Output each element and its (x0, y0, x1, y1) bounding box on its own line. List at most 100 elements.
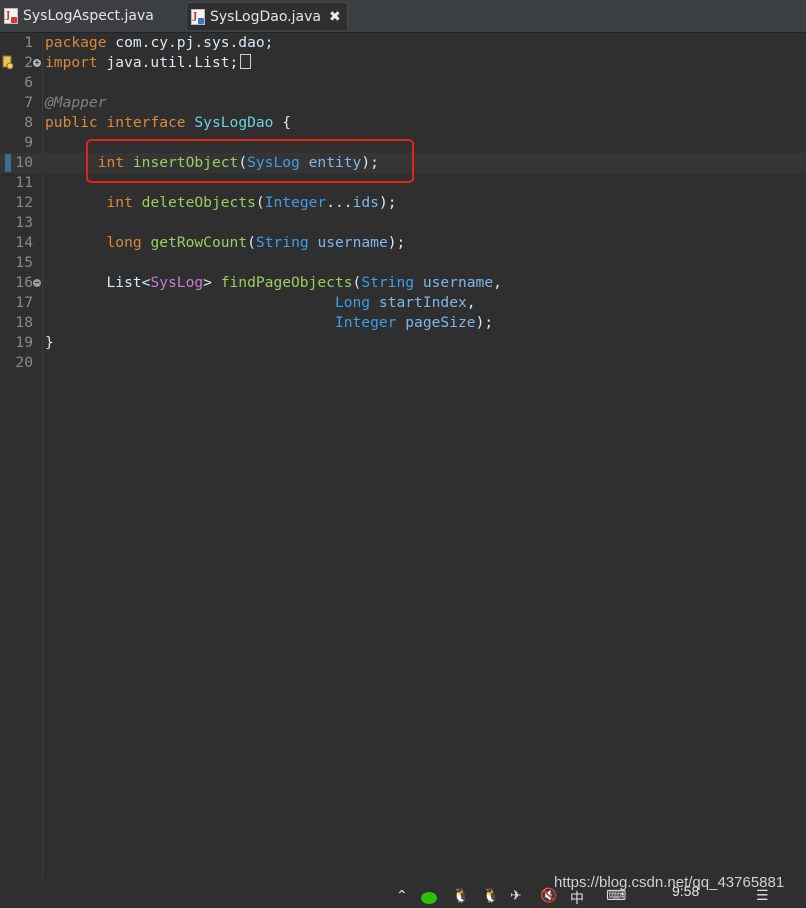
line-number: 9 (24, 134, 33, 151)
code-line[interactable]: 17 Long startIndex, (0, 293, 806, 313)
code-token: findPageObjects (220, 274, 353, 291)
code-text: Integer pageSize); (45, 313, 493, 333)
code-token: pageSize (405, 314, 476, 331)
code-token: getRowCount (150, 234, 248, 251)
code-token: ( (255, 194, 265, 211)
tab-syslogdao[interactable]: J SysLogDao.java ✖ (186, 2, 348, 30)
code-text: import java.util.List; (45, 53, 252, 73)
line-number: 10 (15, 154, 33, 171)
highlight-box (86, 139, 414, 183)
code-token: ... (326, 194, 353, 211)
tab-syslogaspect[interactable]: J SysLogAspect.java (4, 2, 182, 30)
code-text: } (45, 333, 54, 353)
code-token: java.util.List; (97, 54, 239, 71)
code-text: List<SysLog> findPageObjects(String user… (45, 273, 502, 293)
line-number: 7 (24, 94, 33, 111)
code-token: deleteObjects (141, 194, 256, 211)
code-line[interactable]: 14 long getRowCount(String username); (0, 233, 806, 253)
code-token: package (45, 34, 107, 51)
code-token: startIndex (378, 294, 467, 311)
code-token: String (255, 234, 309, 251)
code-token: > (203, 274, 221, 291)
code-token: ids (352, 194, 379, 211)
code-line[interactable]: 19} (0, 333, 806, 353)
code-line[interactable]: 15 (0, 253, 806, 273)
code-token: username (317, 234, 388, 251)
line-number: 14 (15, 234, 33, 251)
code-text: Long startIndex, (45, 293, 476, 313)
line-number: 6 (24, 74, 33, 91)
code-token: ); (475, 314, 494, 331)
code-line[interactable]: 6 (0, 73, 806, 93)
line-number: 8 (24, 114, 33, 131)
code-token: { (273, 114, 292, 131)
collapsed-import-marker[interactable] (240, 54, 252, 69)
java-file-error-icon: J (4, 8, 18, 24)
code-line[interactable]: 8 public interface SysLogDao { (0, 113, 806, 133)
expand-fold-icon[interactable]: + (33, 59, 41, 67)
code-token: String (361, 274, 415, 291)
code-token: SysLog (150, 274, 204, 291)
code-line[interactable]: 13 (0, 213, 806, 233)
code-text: long getRowCount(String username); (45, 233, 406, 253)
line-number: 2 (24, 54, 33, 71)
line-number: 20 (15, 354, 33, 371)
code-line[interactable]: 7 @Mapper (0, 93, 806, 113)
line-number: 19 (15, 334, 33, 351)
code-token: , (493, 274, 502, 291)
line-number: 12 (15, 194, 33, 211)
code-line[interactable]: 2 + import java.util.List; (0, 53, 806, 73)
code-token: ); (378, 194, 397, 211)
code-line[interactable]: 1 package com.cy.pj.sys.dao; (0, 33, 806, 53)
code-token: ( (247, 234, 256, 251)
line-number: 17 (15, 294, 33, 311)
code-token: long (106, 234, 142, 251)
code-editor[interactable]: 1 package com.cy.pj.sys.dao; 2 + import java… (0, 33, 806, 878)
code-token: ( (352, 274, 362, 291)
clock: 9:58 (672, 883, 700, 899)
code-token: } (45, 334, 54, 351)
wechat-icon[interactable] (420, 890, 438, 908)
close-icon[interactable]: ✖ (329, 9, 341, 25)
code-token: , (466, 294, 476, 311)
watermark: https://blog.csdn.net/qq_43765881 (554, 874, 785, 891)
code-token: int (106, 194, 133, 211)
ime-indicator[interactable]: 中 (570, 888, 584, 908)
code-line[interactable]: 16− List<SysLog> findPageObjects(String … (0, 273, 806, 293)
code-token: interface (106, 114, 186, 131)
java-interface-file-icon: J (191, 8, 205, 25)
code-token: username (422, 274, 494, 291)
code-token: ); (387, 234, 406, 251)
line-number: 1 (24, 34, 33, 51)
code-text: package com.cy.pj.sys.dao; (45, 33, 273, 53)
code-token: List< (45, 274, 151, 291)
code-line[interactable]: 18 Integer pageSize); (0, 313, 806, 333)
line-number: 11 (15, 174, 33, 191)
collapse-fold-icon[interactable]: − (33, 279, 41, 287)
code-text: int deleteObjects(Integer...ids); (45, 193, 397, 213)
tab-label: SysLogAspect.java (23, 8, 154, 24)
editor-tab-bar: J SysLogAspect.java J SysLogDao.java ✖ (0, 0, 806, 33)
code-token: Integer (334, 314, 397, 331)
code-token: com.cy.pj.sys.dao; (106, 34, 274, 51)
code-token: @Mapper (45, 94, 107, 111)
code-line[interactable]: 12 int deleteObjects(Integer...ids); (0, 193, 806, 213)
code-token: import (45, 54, 98, 71)
code-line[interactable]: 20 (0, 353, 806, 373)
code-token: public (45, 114, 98, 131)
code-token: Integer (264, 194, 327, 211)
code-text: @Mapper (45, 93, 107, 113)
line-number: 18 (15, 314, 33, 331)
code-token: Long (334, 294, 371, 311)
code-token: SysLogDao (194, 114, 274, 131)
line-number: 15 (15, 254, 33, 271)
line-number: 13 (15, 214, 33, 231)
